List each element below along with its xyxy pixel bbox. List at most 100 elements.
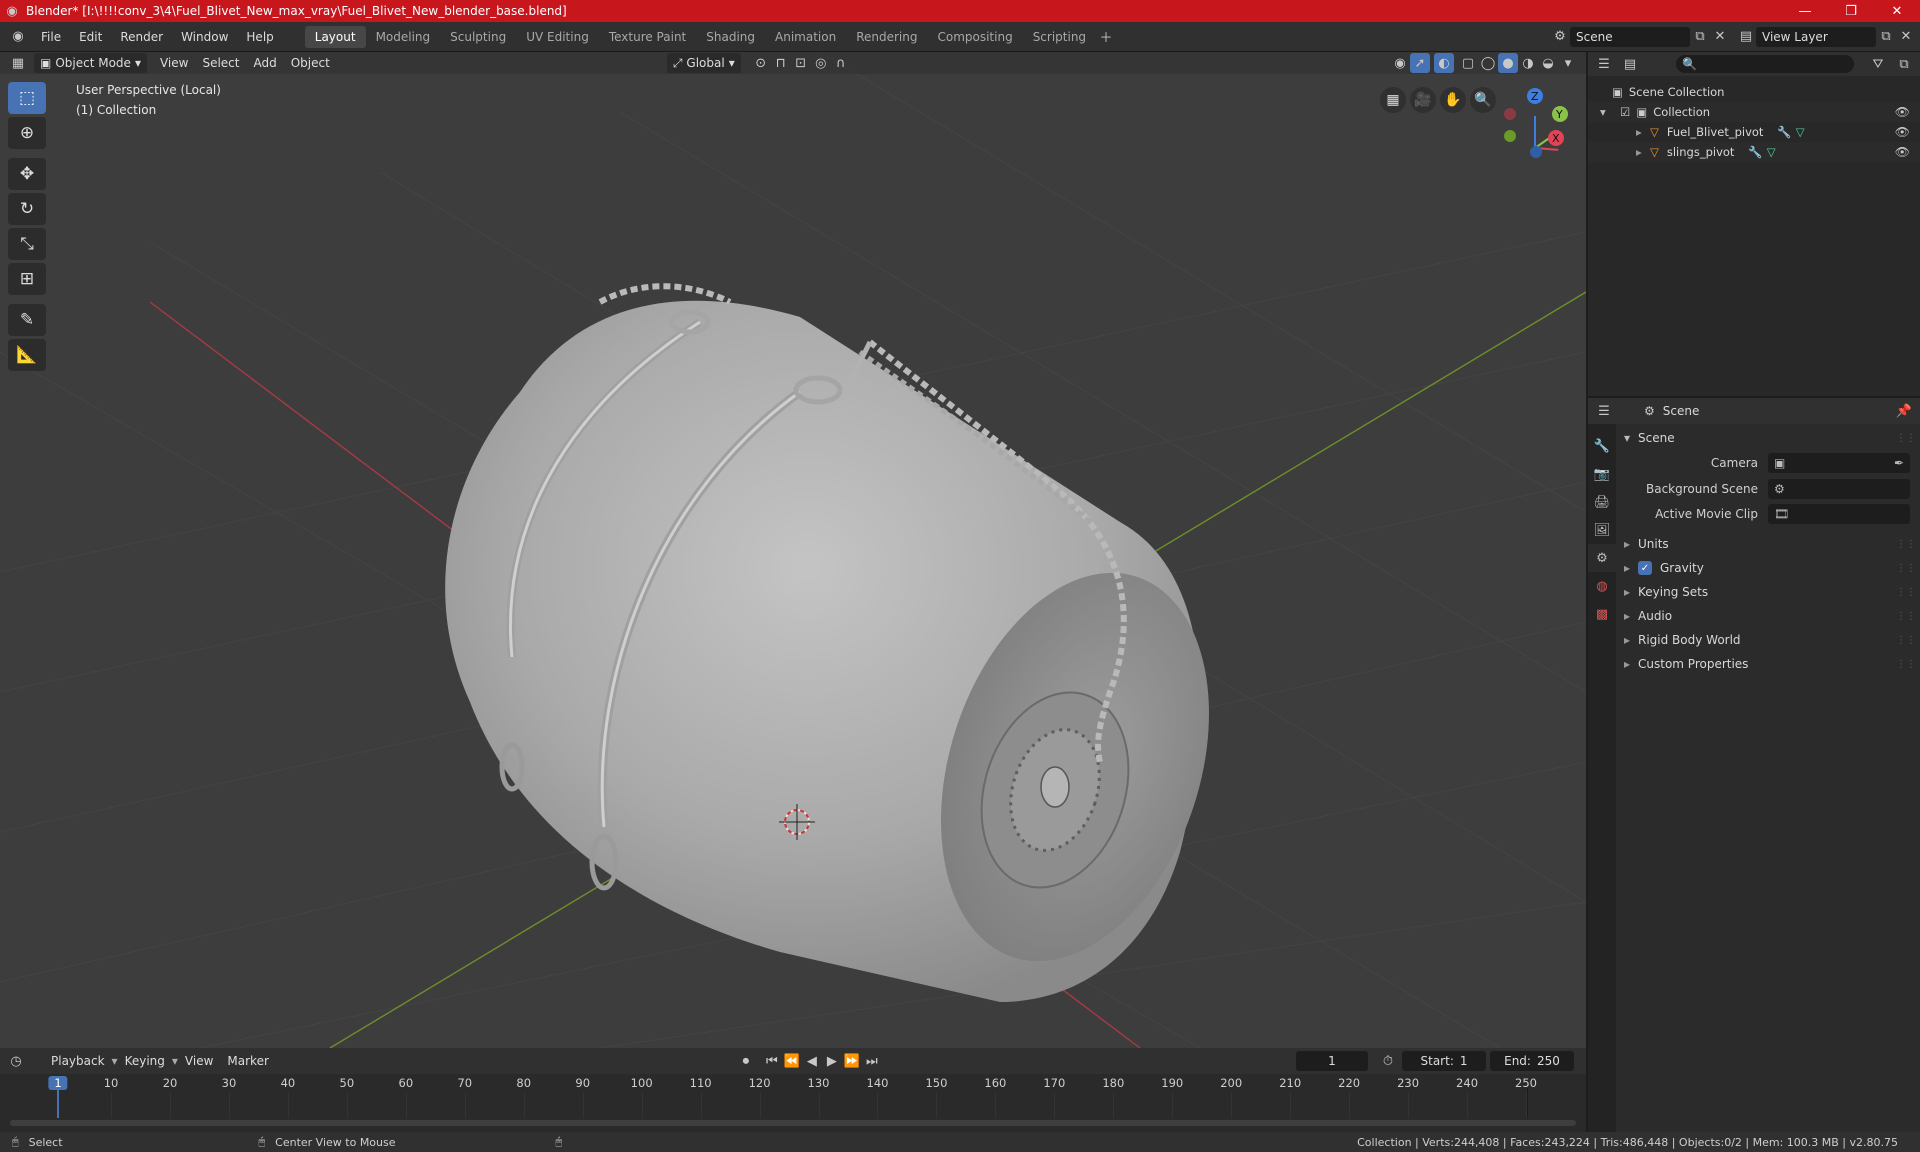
pan-view-button[interactable]: ✋ bbox=[1440, 87, 1466, 113]
overlay-toggle-icon[interactable]: ◐ bbox=[1434, 53, 1454, 73]
play-icon[interactable]: ▶ bbox=[822, 1051, 842, 1071]
menu-edit[interactable]: Edit bbox=[70, 26, 111, 48]
tab-scripting[interactable]: Scripting bbox=[1023, 26, 1096, 48]
properties-editor-type-icon[interactable]: ☰ bbox=[1594, 401, 1614, 421]
new-scene-icon[interactable]: ⧉ bbox=[1690, 27, 1710, 47]
view-layer-selector[interactable]: View Layer bbox=[1756, 26, 1876, 47]
tab-render[interactable]: 📷 bbox=[1588, 460, 1616, 488]
start-frame-field[interactable]: Start: 1 bbox=[1402, 1051, 1486, 1071]
scene-selector[interactable]: Scene bbox=[1570, 26, 1690, 47]
stopwatch-icon[interactable]: ⏱ bbox=[1378, 1051, 1398, 1071]
timeline-editor-type-icon[interactable]: ◷ bbox=[6, 1051, 26, 1071]
outliner-collection[interactable]: ▾ ☑ ▣ Collection 👁 bbox=[1588, 102, 1920, 122]
menu-window[interactable]: Window bbox=[172, 26, 237, 48]
current-frame-field[interactable]: 1 bbox=[1296, 1051, 1368, 1071]
solid-shading-icon[interactable]: ● bbox=[1498, 53, 1518, 73]
viewport-menu-add[interactable]: Add bbox=[246, 53, 283, 73]
drag-handle-icon[interactable]: ⋮⋮ bbox=[1896, 635, 1916, 646]
tab-animation[interactable]: Animation bbox=[765, 26, 846, 48]
drag-handle-icon[interactable]: ⋮⋮ bbox=[1896, 433, 1916, 444]
pin-icon[interactable]: 📌 bbox=[1894, 401, 1914, 421]
panel-gravity[interactable]: ▸ ✓ Gravity ⋮⋮ bbox=[1618, 556, 1920, 580]
wireframe-shading-icon[interactable]: ◯ bbox=[1478, 53, 1498, 73]
jump-end-icon[interactable]: ⏭ bbox=[862, 1051, 882, 1071]
menu-render[interactable]: Render bbox=[111, 26, 172, 48]
gizmo-toggle-icon[interactable]: ➚ bbox=[1410, 53, 1430, 73]
tab-uv-editing[interactable]: UV Editing bbox=[516, 26, 599, 48]
move-tool[interactable]: ✥ bbox=[8, 158, 46, 190]
tab-layout[interactable]: Layout bbox=[304, 25, 366, 48]
expand-arrow-icon[interactable]: ▸ bbox=[1636, 125, 1650, 139]
minimize-button[interactable]: — bbox=[1782, 0, 1828, 22]
cursor-tool[interactable]: ⊕ bbox=[8, 117, 46, 149]
editor-type-icon[interactable]: ▦ bbox=[8, 53, 28, 73]
material-shading-icon[interactable]: ◑ bbox=[1518, 53, 1538, 73]
drag-handle-icon[interactable]: ⋮⋮ bbox=[1896, 659, 1916, 670]
select-box-tool[interactable]: ⬚ bbox=[8, 82, 46, 114]
tab-rendering[interactable]: Rendering bbox=[846, 26, 927, 48]
fuel-blivet-mesh[interactable] bbox=[445, 283, 1256, 1003]
panel-keying-sets[interactable]: ▸ Keying Sets ⋮⋮ bbox=[1618, 580, 1920, 604]
end-frame-field[interactable]: End: 250 bbox=[1490, 1051, 1574, 1071]
jump-next-keyframe-icon[interactable]: ⏩ bbox=[842, 1051, 862, 1071]
active-movie-clip-field[interactable]: 🎞 bbox=[1768, 503, 1910, 524]
xray-icon[interactable]: ▢ bbox=[1458, 53, 1478, 73]
mode-selector[interactable]: ▣ Object Mode ▾ bbox=[34, 53, 147, 73]
snap-target-icon[interactable]: ⊡ bbox=[791, 53, 811, 73]
eye-icon[interactable]: 👁 bbox=[1895, 145, 1910, 159]
eye-icon[interactable]: 👁 bbox=[1895, 125, 1910, 139]
outliner-scene-collection[interactable]: ▣ Scene Collection bbox=[1588, 82, 1920, 102]
gravity-checkbox[interactable]: ✓ bbox=[1638, 561, 1652, 575]
panel-scene-header[interactable]: ▾ Scene ⋮⋮ bbox=[1618, 426, 1920, 450]
menu-file[interactable]: File bbox=[32, 26, 70, 48]
eyedropper-icon[interactable]: ✒ bbox=[1894, 456, 1904, 470]
rotate-tool[interactable]: ↻ bbox=[8, 193, 46, 225]
jump-prev-keyframe-icon[interactable]: ⏪ bbox=[782, 1051, 802, 1071]
tab-modeling[interactable]: Modeling bbox=[366, 26, 441, 48]
display-mode-icon[interactable]: ▤ bbox=[1620, 54, 1640, 74]
delete-view-layer-icon[interactable]: ✕ bbox=[1896, 27, 1916, 47]
timeline-menu-view[interactable]: View bbox=[178, 1051, 220, 1071]
tab-shading[interactable]: Shading bbox=[696, 26, 765, 48]
camera-field[interactable]: ▣ ✒ bbox=[1768, 453, 1910, 473]
viewport-canvas[interactable]: Z Y X bbox=[0, 52, 1586, 1048]
outliner-object-slings-pivot[interactable]: ▸ ▽ slings_pivot 🔧 ▽ 👁 bbox=[1588, 142, 1920, 162]
3d-viewport[interactable]: Z Y X ▦ ▣ Object Mode ▾ View Select Add … bbox=[0, 52, 1586, 1048]
scene-icon[interactable]: ⚙ bbox=[1550, 27, 1570, 47]
annotate-tool[interactable]: ✎ bbox=[8, 304, 46, 336]
panel-rigid-body-world[interactable]: ▸ Rigid Body World ⋮⋮ bbox=[1618, 628, 1920, 652]
tab-tool[interactable]: 🔧 bbox=[1588, 432, 1616, 460]
panel-audio[interactable]: ▸ Audio ⋮⋮ bbox=[1618, 604, 1920, 628]
toggle-grid-view-button[interactable]: ▦ bbox=[1380, 87, 1406, 113]
outliner-editor-type-icon[interactable]: ☰ bbox=[1594, 54, 1614, 74]
visibility-icon[interactable]: ◉ bbox=[1390, 53, 1410, 73]
maximize-button[interactable]: ❐ bbox=[1828, 0, 1874, 22]
expand-arrow-icon[interactable]: ▸ bbox=[1636, 145, 1650, 159]
proportional-edit-icon[interactable]: ◎ bbox=[811, 53, 831, 73]
transform-tool[interactable]: ⊞ bbox=[8, 263, 46, 295]
background-scene-field[interactable]: ⚙ bbox=[1768, 478, 1910, 499]
pivot-point-icon[interactable]: ⊙ bbox=[751, 53, 771, 73]
snap-icon[interactable]: ⊓ bbox=[771, 53, 791, 73]
play-reverse-icon[interactable]: ◀ bbox=[802, 1051, 822, 1071]
transform-orientation-selector[interactable]: ⤢ Global ▾ bbox=[666, 53, 741, 73]
outliner-object-fuel-blivet-pivot[interactable]: ▸ ▽ Fuel_Blivet_pivot 🔧 ▽ 👁 bbox=[1588, 122, 1920, 142]
drag-handle-icon[interactable]: ⋮⋮ bbox=[1896, 539, 1916, 550]
tab-view-layer[interactable]: 🖼 bbox=[1588, 516, 1616, 544]
panel-custom-properties[interactable]: ▸ Custom Properties ⋮⋮ bbox=[1618, 652, 1920, 676]
current-frame-marker[interactable]: 1 bbox=[48, 1076, 68, 1090]
shading-options-icon[interactable]: ▾ bbox=[1558, 53, 1578, 73]
tab-output[interactable]: 🖨 bbox=[1588, 488, 1616, 516]
panel-units[interactable]: ▸ Units ⋮⋮ bbox=[1618, 532, 1920, 556]
checkbox-icon[interactable]: ☑ bbox=[1620, 105, 1630, 119]
tab-texture[interactable]: ▩ bbox=[1588, 600, 1616, 628]
tab-texture-paint[interactable]: Texture Paint bbox=[599, 26, 696, 48]
tab-world[interactable]: ◍ bbox=[1588, 572, 1616, 600]
record-icon[interactable]: ⏺ bbox=[736, 1051, 756, 1071]
new-view-layer-icon[interactable]: ⧉ bbox=[1876, 27, 1896, 47]
zoom-view-button[interactable]: 🔍 bbox=[1470, 87, 1496, 113]
timeline-menu-keying[interactable]: Keying bbox=[118, 1051, 172, 1071]
viewport-menu-object[interactable]: Object bbox=[284, 53, 337, 73]
timeline-scrollbar[interactable] bbox=[10, 1120, 1576, 1126]
view-layer-icon[interactable]: ▤ bbox=[1736, 27, 1756, 47]
